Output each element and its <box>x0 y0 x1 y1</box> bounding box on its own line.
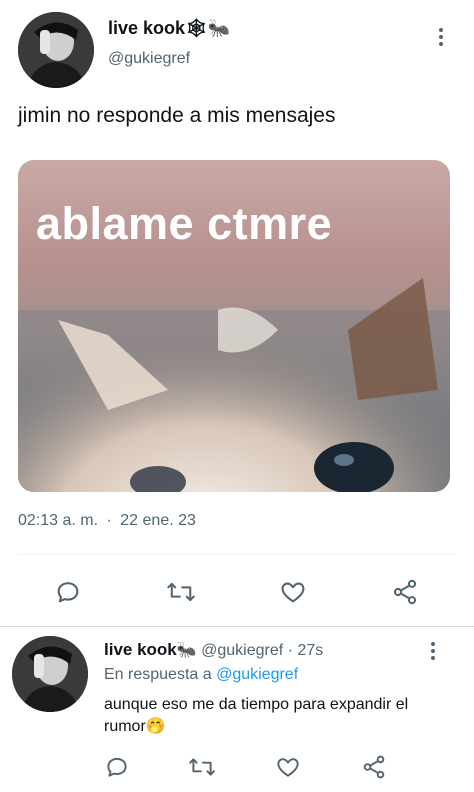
reply-author-emoji: 🐜 <box>176 642 197 659</box>
author-emoji: 🕸🐜 <box>185 18 231 38</box>
reply-avatar[interactable] <box>12 636 88 712</box>
share-button[interactable] <box>390 578 420 606</box>
reply-more-options-icon[interactable] <box>430 642 436 663</box>
reply-button[interactable] <box>54 578 82 606</box>
time-text: 02:13 a. m. <box>18 512 99 529</box>
more-options-icon[interactable] <box>438 28 444 49</box>
reply-context-prefix: En respuesta a <box>104 666 212 683</box>
author-name[interactable]: live kook🕸🐜 <box>108 18 230 39</box>
reply-reply-button[interactable] <box>104 754 130 780</box>
section-divider <box>0 626 474 627</box>
tweet-image[interactable]: ablame ctmre <box>18 160 450 492</box>
reply-header: live kook🐜 @gukiegref · 27s <box>104 640 323 660</box>
reply-retweet-button[interactable] <box>188 754 216 780</box>
author-avatar[interactable] <box>18 12 94 88</box>
date-text: 22 ene. 23 <box>120 512 196 529</box>
reply-author-handle[interactable]: @gukiegref <box>201 642 283 659</box>
tweet-text: jimin no responde a mis mensajes <box>18 104 336 127</box>
share-icon <box>363 755 385 779</box>
heart-icon <box>277 758 299 777</box>
reply-share-button[interactable] <box>360 754 388 780</box>
reply-text-emoji: 🤭 <box>145 718 166 735</box>
image-caption: ablame ctmre <box>36 198 333 249</box>
author-handle[interactable]: @gukiegref <box>108 50 190 68</box>
reply-context: En respuesta a @gukiegref <box>104 666 298 684</box>
reply-author-name[interactable]: live kook <box>104 640 177 659</box>
reply-icon <box>107 757 127 777</box>
share-icon <box>393 579 417 605</box>
reply-context-handle[interactable]: @gukiegref <box>216 666 298 683</box>
retweet-icon <box>167 582 195 602</box>
divider <box>18 554 456 555</box>
reply-like-button[interactable] <box>274 754 302 780</box>
tweet-timestamp[interactable]: 02:13 a. m. · 22 ene. 23 <box>18 512 196 530</box>
time-separator: · <box>106 512 112 529</box>
reply-icon <box>57 582 79 603</box>
reply-age: · 27s <box>287 642 324 659</box>
reply-text: aunque eso me da tiempo para expandir el… <box>104 694 444 738</box>
heart-icon <box>281 582 305 603</box>
author-name-text: live kook <box>108 18 186 38</box>
retweet-icon <box>189 758 215 776</box>
retweet-button[interactable] <box>166 578 196 606</box>
like-button[interactable] <box>278 578 308 606</box>
